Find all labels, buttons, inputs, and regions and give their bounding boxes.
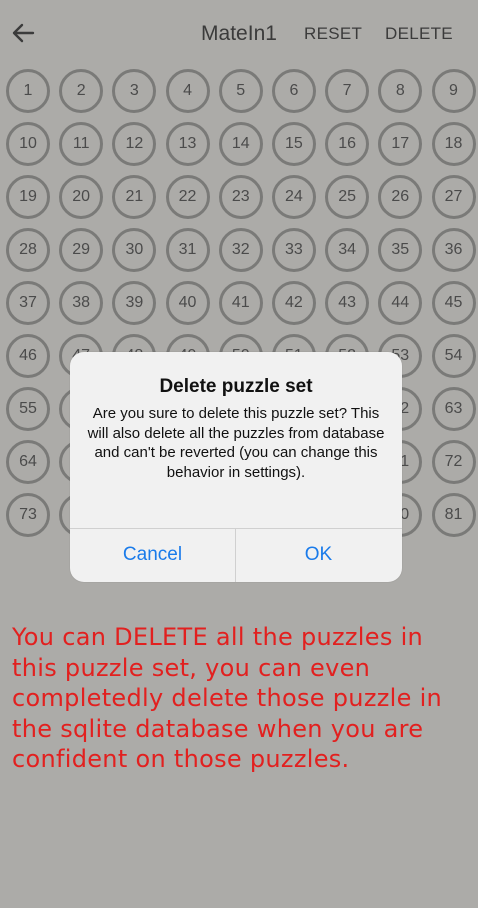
puzzle-cell[interactable]: 15 — [271, 122, 316, 166]
puzzle-cell[interactable]: 39 — [112, 281, 157, 325]
puzzle-cell[interactable]: 35 — [378, 228, 423, 272]
puzzle-cell[interactable]: 13 — [165, 122, 210, 166]
puzzle-cell[interactable]: 54 — [431, 334, 476, 378]
puzzle-cell[interactable]: 21 — [112, 175, 157, 219]
puzzle-cell[interactable]: 25 — [325, 175, 370, 219]
puzzle-cell[interactable]: 7 — [325, 69, 370, 113]
puzzle-cell[interactable]: 36 — [431, 228, 476, 272]
top-bar: MateIn1 RESET DELETE — [0, 0, 478, 68]
puzzle-cell[interactable]: 16 — [325, 122, 370, 166]
puzzle-cell[interactable]: 29 — [59, 228, 104, 272]
puzzle-cell[interactable]: 14 — [218, 122, 263, 166]
puzzle-cell[interactable]: 45 — [431, 281, 476, 325]
puzzle-cell[interactable]: 41 — [218, 281, 263, 325]
puzzle-cell[interactable]: 28 — [6, 228, 50, 272]
puzzle-cell[interactable]: 34 — [325, 228, 370, 272]
puzzle-cell[interactable]: 10 — [6, 122, 50, 166]
puzzle-cell[interactable]: 73 — [6, 493, 50, 537]
puzzle-cell[interactable]: 81 — [431, 493, 476, 537]
puzzle-cell[interactable]: 55 — [6, 387, 50, 431]
puzzle-cell[interactable]: 1 — [6, 69, 50, 113]
puzzle-cell[interactable]: 19 — [6, 175, 50, 219]
puzzle-cell[interactable]: 23 — [218, 175, 263, 219]
delete-button[interactable]: DELETE — [385, 24, 453, 44]
puzzle-cell[interactable]: 24 — [271, 175, 316, 219]
puzzle-cell[interactable]: 5 — [218, 69, 263, 113]
puzzle-cell[interactable]: 3 — [112, 69, 157, 113]
ok-button[interactable]: OK — [236, 528, 401, 582]
puzzle-cell[interactable]: 26 — [378, 175, 423, 219]
puzzle-cell[interactable]: 64 — [6, 440, 50, 484]
dialog-title: Delete puzzle set — [159, 376, 313, 397]
delete-dialog: Delete puzzle set Are you sure to delete… — [70, 352, 402, 582]
puzzle-cell[interactable]: 46 — [6, 334, 50, 378]
puzzle-cell[interactable]: 38 — [59, 281, 104, 325]
puzzle-cell[interactable]: 6 — [271, 69, 316, 113]
puzzle-cell[interactable]: 32 — [218, 228, 263, 272]
dialog-message: Are you sure to delete this puzzle set? … — [87, 405, 385, 481]
puzzle-cell[interactable]: 18 — [431, 122, 476, 166]
cancel-button[interactable]: Cancel — [70, 528, 235, 582]
puzzle-cell[interactable]: 44 — [378, 281, 423, 325]
puzzle-cell[interactable]: 17 — [378, 122, 423, 166]
puzzle-cell[interactable]: 43 — [325, 281, 370, 325]
puzzle-cell[interactable]: 33 — [271, 228, 316, 272]
puzzle-cell[interactable]: 72 — [431, 440, 476, 484]
puzzle-cell[interactable]: 42 — [271, 281, 316, 325]
puzzle-cell[interactable]: 2 — [59, 69, 104, 113]
puzzle-cell[interactable]: 31 — [165, 228, 210, 272]
puzzle-cell[interactable]: 12 — [112, 122, 157, 166]
puzzle-cell[interactable]: 30 — [112, 228, 157, 272]
puzzle-cell[interactable]: 8 — [378, 69, 423, 113]
annotation-text: You can DELETE all the puzzles in this p… — [12, 623, 443, 773]
puzzle-cell[interactable]: 37 — [6, 281, 50, 325]
puzzle-cell[interactable]: 11 — [59, 122, 104, 166]
puzzle-cell[interactable]: 27 — [431, 175, 476, 219]
reset-button[interactable]: RESET — [304, 24, 362, 44]
puzzle-cell[interactable]: 63 — [431, 387, 476, 431]
puzzle-cell[interactable]: 9 — [431, 69, 476, 113]
puzzle-cell[interactable]: 22 — [165, 175, 210, 219]
puzzle-cell[interactable]: 4 — [165, 69, 210, 113]
puzzle-cell[interactable]: 40 — [165, 281, 210, 325]
puzzle-cell[interactable]: 20 — [59, 175, 104, 219]
